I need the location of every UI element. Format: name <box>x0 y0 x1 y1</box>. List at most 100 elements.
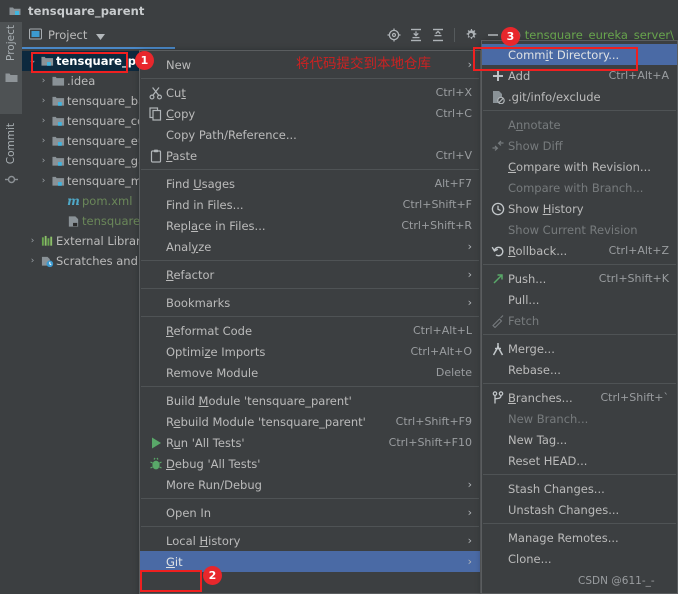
menu-item-label: Refactor <box>166 267 215 282</box>
plus-icon <box>488 69 508 83</box>
menu-item-label: Local History <box>166 533 241 548</box>
menu-item[interactable]: Replace in Files... Ctrl+Shift+R <box>140 215 480 236</box>
menu-item[interactable]: Commit Directory... <box>482 44 677 65</box>
menu-item[interactable]: Branches... Ctrl+Shift+` <box>482 387 677 408</box>
tree-expand-arrow[interactable]: › <box>37 116 50 126</box>
menu-item[interactable]: Unstash Changes... <box>482 499 677 520</box>
menu-item[interactable]: Debug 'All Tests' <box>140 453 480 474</box>
tree-expand-arrow[interactable]: › <box>37 156 50 166</box>
tree-node-label: pom.xml <box>82 194 133 208</box>
menu-separator <box>483 523 676 524</box>
annotation-note-chinese: 将代码提交到本地仓库 <box>296 56 431 72</box>
menu-item-label: Cut <box>166 85 186 100</box>
menu-item[interactable]: Show History <box>482 198 677 219</box>
tree-expand-arrow[interactable]: ⌄ <box>26 56 39 66</box>
menu-item[interactable]: Analyze › <box>140 236 480 257</box>
menu-item[interactable]: Rollback... Ctrl+Alt+Z <box>482 240 677 261</box>
menu-item-label: Optimize Imports <box>166 344 266 359</box>
menu-separator <box>141 288 479 289</box>
menu-item[interactable]: Copy Path/Reference... <box>140 124 480 145</box>
run-icon <box>146 436 166 450</box>
menu-separator <box>141 316 479 317</box>
menu-item[interactable]: Find in Files... Ctrl+Shift+F <box>140 194 480 215</box>
tree-expand-arrow[interactable]: › <box>26 236 39 246</box>
git-submenu[interactable]: Commit Directory... Add Ctrl+Alt+A .git/inf… <box>481 40 678 594</box>
menu-item[interactable]: Git › <box>140 551 480 572</box>
menu-item[interactable]: Open In › <box>140 502 480 523</box>
tree-node-label: .idea <box>67 74 96 88</box>
menu-item[interactable]: Bookmarks › <box>140 292 480 313</box>
menu-item[interactable]: New Tag... <box>482 429 677 450</box>
commit-icon <box>4 171 18 190</box>
menu-item[interactable]: Stash Changes... <box>482 478 677 499</box>
menu-item-shortcut: Ctrl+X <box>435 86 472 99</box>
debug-icon <box>146 457 166 471</box>
chevron-right-icon: › <box>467 58 472 71</box>
menu-item-label: Fetch <box>508 313 540 328</box>
context-menu[interactable]: New › Cut Ctrl+X Copy Ctrl+C Copy Path/Referen… <box>139 50 481 594</box>
gear-icon[interactable] <box>460 25 482 45</box>
project-panel-header[interactable]: Project <box>22 22 175 49</box>
tree-expand-arrow[interactable]: › <box>37 136 50 146</box>
menu-item[interactable]: Push... Ctrl+Shift+K <box>482 268 677 289</box>
ignore-file-icon <box>488 90 508 104</box>
menu-item-label: Clone... <box>508 551 552 566</box>
menu-item[interactable]: Merge... <box>482 338 677 359</box>
menu-item[interactable]: Paste Ctrl+V <box>140 145 480 166</box>
menu-item-label: Reformat Code <box>166 323 253 338</box>
menu-item: New Branch... <box>482 408 677 429</box>
menu-item[interactable]: Optimize Imports Ctrl+Alt+O <box>140 341 480 362</box>
menu-item[interactable]: Rebase... <box>482 359 677 380</box>
menu-item: Show Current Revision <box>482 219 677 240</box>
menu-item[interactable]: Find Usages Alt+F7 <box>140 173 480 194</box>
menu-item[interactable]: .git/info/exclude <box>482 86 677 107</box>
libraries-icon <box>39 235 56 248</box>
menu-item[interactable]: More Run/Debug › <box>140 474 480 495</box>
menu-item[interactable]: Compare with Revision... <box>482 156 677 177</box>
settings-sync-icon[interactable] <box>383 25 405 45</box>
chevron-down-icon[interactable] <box>96 25 106 44</box>
menu-item-label: Compare with Revision... <box>508 159 651 174</box>
menu-item[interactable]: Manage Remotes... <box>482 527 677 548</box>
menu-item[interactable]: Rebuild Module 'tensquare_parent' Ctrl+Sh… <box>140 411 480 432</box>
menu-item: Show Diff <box>482 135 677 156</box>
tree-expand-arrow[interactable]: › <box>37 76 50 86</box>
collapse-all-icon[interactable] <box>427 25 449 45</box>
sidebar-tab-commit[interactable]: Commit <box>0 120 22 190</box>
menu-item[interactable]: Clone... <box>482 548 677 569</box>
chevron-right-icon: › <box>467 506 472 519</box>
tree-expand-arrow[interactable]: › <box>37 96 50 106</box>
menu-item-label: Show Current Revision <box>508 222 638 237</box>
expand-all-icon[interactable] <box>405 25 427 45</box>
menu-item-label: Unstash Changes... <box>508 502 620 517</box>
module-folder-icon <box>50 135 67 148</box>
menu-item[interactable]: Reformat Code Ctrl+Alt+L <box>140 320 480 341</box>
menu-item[interactable]: Local History › <box>140 530 480 551</box>
menu-item-shortcut: Ctrl+Alt+A <box>608 69 669 82</box>
menu-item[interactable]: Copy Ctrl+C <box>140 103 480 124</box>
chevron-right-icon: › <box>467 296 472 309</box>
menu-item[interactable]: Reset HEAD... <box>482 450 677 471</box>
menu-item[interactable]: Pull... <box>482 289 677 310</box>
menu-item[interactable]: Build Module 'tensquare_parent' <box>140 390 480 411</box>
menu-item[interactable]: Run 'All Tests' Ctrl+Shift+F10 <box>140 432 480 453</box>
push-icon <box>488 272 508 286</box>
menu-item[interactable]: Refactor › <box>140 264 480 285</box>
menu-item-label: Open In <box>166 505 212 520</box>
tree-expand-arrow[interactable]: › <box>37 176 50 186</box>
menu-item[interactable]: Cut Ctrl+X <box>140 82 480 103</box>
tree-expand-arrow[interactable]: › <box>26 256 39 266</box>
sidebar-tab-project[interactable]: Project <box>0 22 22 114</box>
menu-item-label: Reset HEAD... <box>508 453 588 468</box>
branch-icon <box>488 390 508 405</box>
menu-item[interactable]: Remove Module Delete <box>140 362 480 383</box>
sidebar-tab-commit-label: Commit <box>5 123 17 165</box>
menu-item-shortcut: Ctrl+Alt+Z <box>608 244 669 257</box>
menu-item-label: New Tag... <box>508 432 568 447</box>
menu-separator <box>141 260 479 261</box>
module-folder-icon <box>39 55 56 68</box>
menu-item-label: Show History <box>508 201 584 216</box>
menu-item-shortcut: Ctrl+Shift+F9 <box>395 415 472 428</box>
menu-item-label: Manage Remotes... <box>508 530 619 545</box>
menu-item[interactable]: Add Ctrl+Alt+A <box>482 65 677 86</box>
